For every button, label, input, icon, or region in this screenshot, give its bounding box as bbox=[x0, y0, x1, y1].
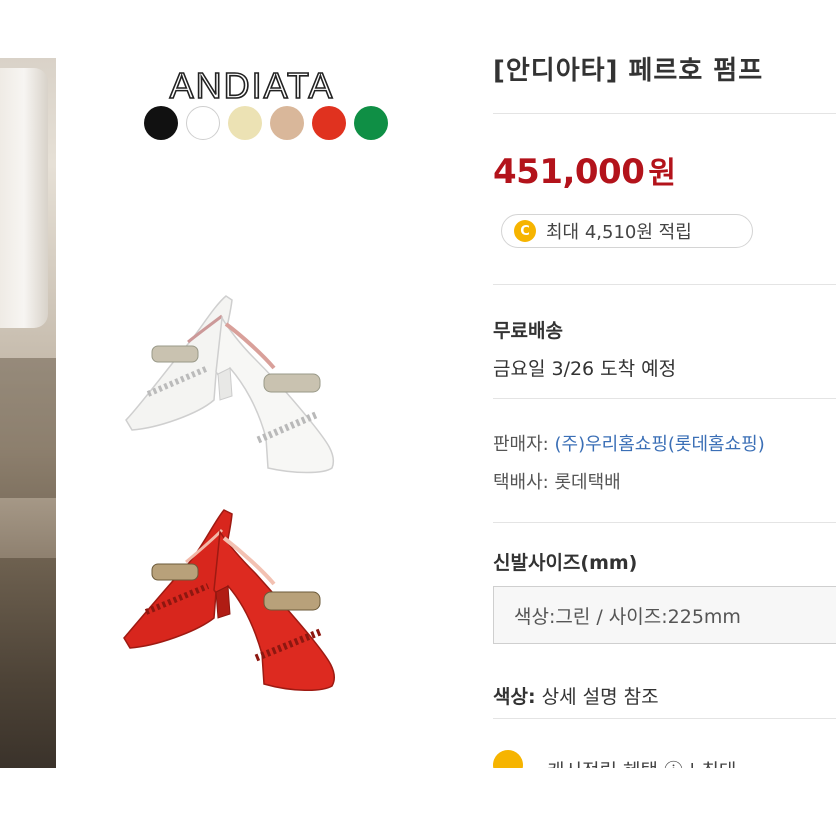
bottom-blank-area bbox=[0, 768, 836, 836]
courier-label: 택배사: bbox=[493, 472, 549, 493]
size-select[interactable]: 색상:그린 / 사이즈:225mm bbox=[493, 586, 836, 644]
swatch-cream[interactable] bbox=[228, 106, 262, 140]
cash-benefit-row[interactable]: 캐시적립 혜택 ⓘ | 최대 bbox=[493, 744, 836, 768]
color-divider bbox=[493, 718, 836, 719]
courier-row: 택배사: 롯데택배 bbox=[493, 468, 621, 494]
color-swatches bbox=[144, 106, 388, 140]
swatch-green[interactable] bbox=[354, 106, 388, 140]
seller-label: 판매자: bbox=[493, 434, 549, 455]
seller-divider bbox=[493, 522, 836, 523]
swatch-beige[interactable] bbox=[270, 106, 304, 140]
photo-shadow bbox=[0, 358, 56, 498]
photo-lamp bbox=[0, 68, 48, 328]
color-label: 색상: bbox=[493, 686, 536, 708]
color-value: 상세 설명 참조 bbox=[541, 686, 659, 708]
points-badge[interactable]: C 최대 4,510원 적립 bbox=[501, 214, 753, 248]
cash-coin-icon bbox=[493, 750, 523, 768]
white-loafer-image bbox=[125, 295, 335, 474]
price-value: 451,000 bbox=[493, 152, 645, 192]
swatch-red[interactable] bbox=[312, 106, 346, 140]
swatch-black[interactable] bbox=[144, 106, 178, 140]
size-label: 신발사이즈(mm) bbox=[493, 552, 638, 574]
product-price: 451,000 원 bbox=[493, 148, 676, 192]
seller-row: 판매자: (주)우리홈쇼핑(롯데홈쇼핑) bbox=[493, 430, 765, 456]
photo-floor bbox=[0, 558, 56, 770]
coin-icon: C bbox=[514, 220, 536, 242]
swatch-white[interactable] bbox=[186, 106, 220, 140]
lifestyle-photo bbox=[0, 58, 56, 770]
red-loafer-image bbox=[123, 509, 335, 692]
title-divider bbox=[493, 113, 836, 114]
shipping-arrival: 금요일 3/26 도착 예정 bbox=[493, 358, 677, 380]
price-unit: 원 bbox=[648, 156, 676, 191]
courier-name: 롯데택배 bbox=[554, 472, 621, 493]
shipping-label: 무료배송 bbox=[493, 320, 563, 342]
price-divider bbox=[493, 284, 836, 285]
brand-logo-text: ANDIATA bbox=[170, 66, 335, 106]
cash-benefit-text: 캐시적립 혜택 ⓘ | 최대 bbox=[547, 756, 736, 768]
seller-link[interactable]: (주)우리홈쇼핑(롯데홈쇼핑) bbox=[554, 434, 764, 455]
color-row: 색상: 상세 설명 참조 bbox=[493, 682, 659, 709]
product-title: [안디아타] 페르호 펌프 bbox=[493, 56, 764, 86]
shipping-divider bbox=[493, 398, 836, 399]
product-info-panel: [안디아타] 페르호 펌프 451,000 원 C 최대 4,510원 적립 무료… bbox=[493, 0, 836, 836]
points-text: 최대 4,510원 적립 bbox=[546, 222, 692, 243]
size-select-value: 색상:그린 / 사이즈:225mm bbox=[514, 605, 741, 628]
brand-logo: ANDIATA bbox=[169, 66, 335, 106]
